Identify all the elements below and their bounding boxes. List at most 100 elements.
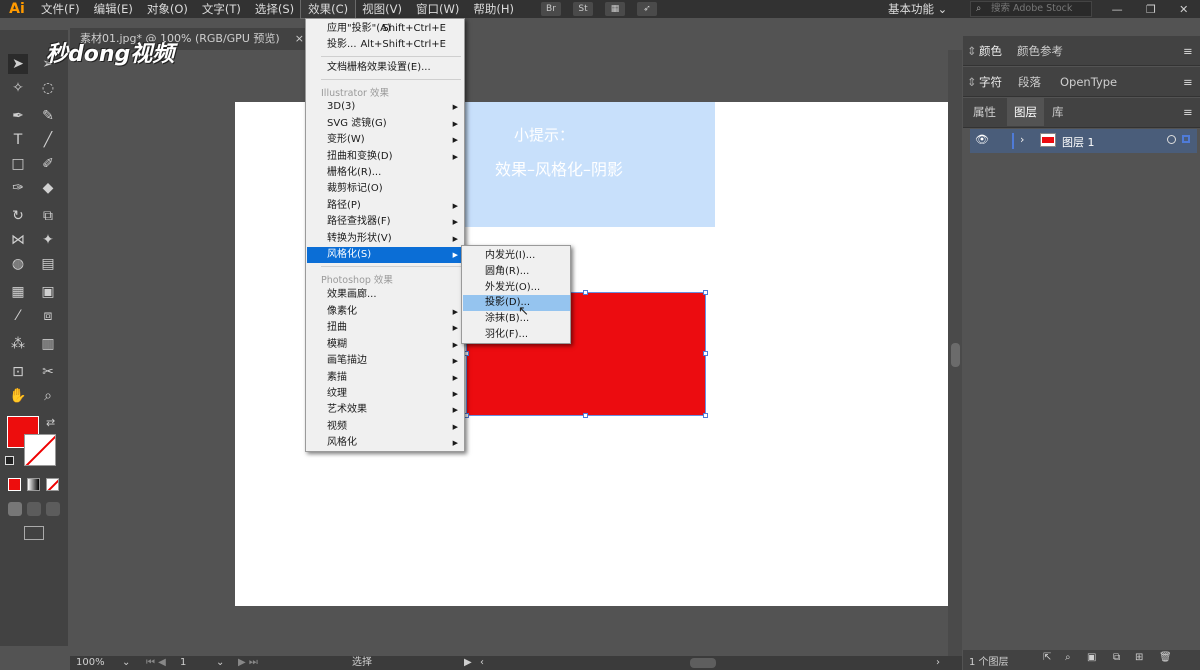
next-artboard-icon[interactable]: ▶ ⏭ [238, 656, 258, 670]
menu-edit[interactable]: 编辑(E) [87, 0, 140, 18]
status-menu-arrow-icon[interactable]: ▶ [464, 656, 472, 670]
menu-item-path[interactable]: 路径(P) ▶ [307, 198, 464, 214]
bbox-handle[interactable] [703, 413, 708, 418]
submenu-item-drop-shadow[interactable]: 投影(D)... [463, 295, 570, 311]
close-tab-icon[interactable]: × [295, 28, 304, 50]
column-graph-tool-icon[interactable]: ▥ [38, 334, 58, 354]
menu-window[interactable]: 窗口(W) [409, 0, 466, 18]
delete-layer-icon[interactable]: 🗑 [1159, 652, 1172, 663]
default-colors-icon[interactable] [5, 456, 14, 465]
workspace-switcher[interactable]: 基本功能 ⌄ [888, 0, 947, 18]
screen-mode-icon[interactable] [24, 526, 44, 540]
draw-behind-icon[interactable] [27, 502, 41, 516]
menu-item-effect-gallery[interactable]: 效果画廊... [307, 287, 464, 303]
restore-icon[interactable]: ❐ [1146, 3, 1156, 16]
artboard-number[interactable]: 1 [180, 656, 186, 670]
first-artboard-icon[interactable]: ⏮ ◀ [146, 656, 166, 670]
menu-item-distort-transform[interactable]: 扭曲和变换(D) ▶ [307, 149, 464, 165]
panel-menu-icon[interactable]: ≡ [1183, 100, 1193, 124]
eye-visibility-icon[interactable]: 👁 [975, 133, 989, 146]
layer-name[interactable]: 图层 1 [1062, 134, 1095, 150]
shape-builder-tool-icon[interactable]: ◍ [8, 254, 28, 274]
menu-item-artistic[interactable]: 艺术效果 ▶ [307, 402, 464, 418]
menu-select[interactable]: 选择(S) [248, 0, 301, 18]
current-tool-status[interactable]: 选择 [352, 656, 372, 670]
puppet-warp-tool-icon[interactable]: ✦ [38, 230, 58, 250]
bbox-handle[interactable] [583, 413, 588, 418]
menu-item-blur[interactable]: 模糊 ▶ [307, 337, 464, 353]
rectangle-tool-icon[interactable]: □ [8, 154, 28, 174]
menu-item-sketch[interactable]: 素描 ▶ [307, 370, 464, 386]
menu-item-rasterize[interactable]: 栅格化(R)... [307, 165, 464, 181]
menu-item-texture[interactable]: 纹理 ▶ [307, 386, 464, 402]
gpu-rocket-icon[interactable]: ➶ [636, 2, 657, 16]
menu-type[interactable]: 文字(T) [195, 0, 248, 18]
shaper-tool-icon[interactable]: ✑ [8, 178, 28, 198]
type-tool-icon[interactable]: T [8, 130, 28, 150]
layer-target-icon[interactable] [1167, 135, 1176, 144]
tab-paragraph[interactable]: 段落 [1018, 70, 1041, 94]
tab-layers[interactable]: 图层 [1007, 98, 1044, 126]
locate-object-icon[interactable]: ⌕ [1065, 652, 1071, 663]
bbox-handle[interactable] [703, 290, 708, 295]
layer-selection-indicator[interactable] [1182, 135, 1190, 143]
submenu-item-inner-glow[interactable]: 内发光(I)... [463, 248, 570, 264]
menu-object[interactable]: 对象(O) [140, 0, 195, 18]
menu-item-warp[interactable]: 变形(W) ▶ [307, 132, 464, 148]
zoom-dropdown-icon[interactable]: ⌄ [122, 656, 130, 670]
menu-file[interactable]: 文件(F) [34, 0, 87, 18]
hscroll-right-icon[interactable]: › [936, 656, 940, 670]
hand-tool-icon[interactable]: ✋ [8, 386, 28, 406]
swap-colors-icon[interactable]: ⇄ [46, 416, 55, 429]
menu-item-pathfinder[interactable]: 路径查找器(F) ▶ [307, 214, 464, 230]
selection-tool-icon[interactable]: ➤ [8, 54, 28, 74]
bbox-handle[interactable] [583, 290, 588, 295]
bridge-icon[interactable]: Br [540, 2, 561, 16]
menu-item-pixelate[interactable]: 像素化 ▶ [307, 304, 464, 320]
menu-item-distort[interactable]: 扭曲 ▶ [307, 320, 464, 336]
hscroll-left-icon[interactable]: ‹ [480, 656, 484, 670]
menu-item-raster-settings[interactable]: 文档栅格效果设置(E)... [307, 60, 464, 76]
layer-row[interactable]: 👁 › 图层 1 [970, 129, 1197, 153]
paintbrush-tool-icon[interactable]: ✐ [38, 154, 58, 174]
tab-color[interactable]: 颜色 [979, 39, 1002, 63]
stock-search-input[interactable]: ⌕ 搜索 Adobe Stock [970, 1, 1092, 17]
menu-item-stylize[interactable]: 风格化(S) ▶ [307, 247, 464, 263]
tab-opentype[interactable]: OpenType [1060, 70, 1117, 94]
submenu-item-outer-glow[interactable]: 外发光(O)... [463, 280, 570, 296]
menu-item-last-effect[interactable]: 投影... Alt+Shift+Ctrl+E [307, 37, 464, 53]
submenu-item-scribble[interactable]: 涂抹(B)... [463, 311, 570, 327]
draw-normal-icon[interactable] [8, 502, 22, 516]
curvature-tool-icon[interactable]: ✎ [38, 106, 58, 126]
collapse-icon[interactable]: ⇕ [967, 70, 977, 94]
line-tool-icon[interactable]: ╱ [38, 130, 58, 150]
new-sublayer-icon[interactable]: ⧉ [1113, 652, 1120, 663]
panel-menu-icon[interactable]: ≡ [1183, 39, 1193, 63]
tab-character[interactable]: 字符 [979, 70, 1002, 94]
menu-item-ps-stylize[interactable]: 风格化 ▶ [307, 435, 464, 451]
menu-help[interactable]: 帮助(H) [466, 0, 521, 18]
collapse-icon[interactable]: ⇕ [967, 39, 977, 63]
close-window-icon[interactable]: ✕ [1179, 3, 1188, 16]
menu-item-convert-to-shape[interactable]: 转换为形状(V) ▶ [307, 231, 464, 247]
export-icon[interactable]: ⇱ [1043, 652, 1051, 663]
menu-item-crop-marks[interactable]: 裁剪标记(O) [307, 181, 464, 197]
panel-menu-icon[interactable]: ≡ [1183, 70, 1193, 94]
expand-layer-icon[interactable]: › [1020, 133, 1024, 146]
minimize-icon[interactable]: — [1112, 3, 1123, 16]
blend-tool-icon[interactable]: ⧈ [38, 306, 58, 326]
tab-properties[interactable]: 属性 [973, 100, 996, 124]
slice-tool-icon[interactable]: ✂ [38, 362, 58, 382]
clipping-mask-icon[interactable]: ▣ [1087, 652, 1096, 663]
stock-icon[interactable]: St [572, 2, 593, 16]
magic-wand-tool-icon[interactable]: ✧ [8, 78, 28, 98]
bbox-handle[interactable] [703, 351, 708, 356]
none-mode-icon[interactable] [46, 478, 59, 491]
width-tool-icon[interactable]: ⋈ [8, 230, 28, 250]
gradient-tool-icon[interactable]: ▣ [38, 282, 58, 302]
menu-item-3d[interactable]: 3D(3) ▶ [307, 99, 464, 115]
menu-item-apply-last-effect[interactable]: 应用"投影"(A) Shift+Ctrl+E [307, 21, 464, 37]
symbol-sprayer-tool-icon[interactable]: ⁂ [8, 334, 28, 354]
eyedropper-tool-icon[interactable]: ⁄ [8, 306, 28, 326]
draw-inside-icon[interactable] [46, 502, 60, 516]
